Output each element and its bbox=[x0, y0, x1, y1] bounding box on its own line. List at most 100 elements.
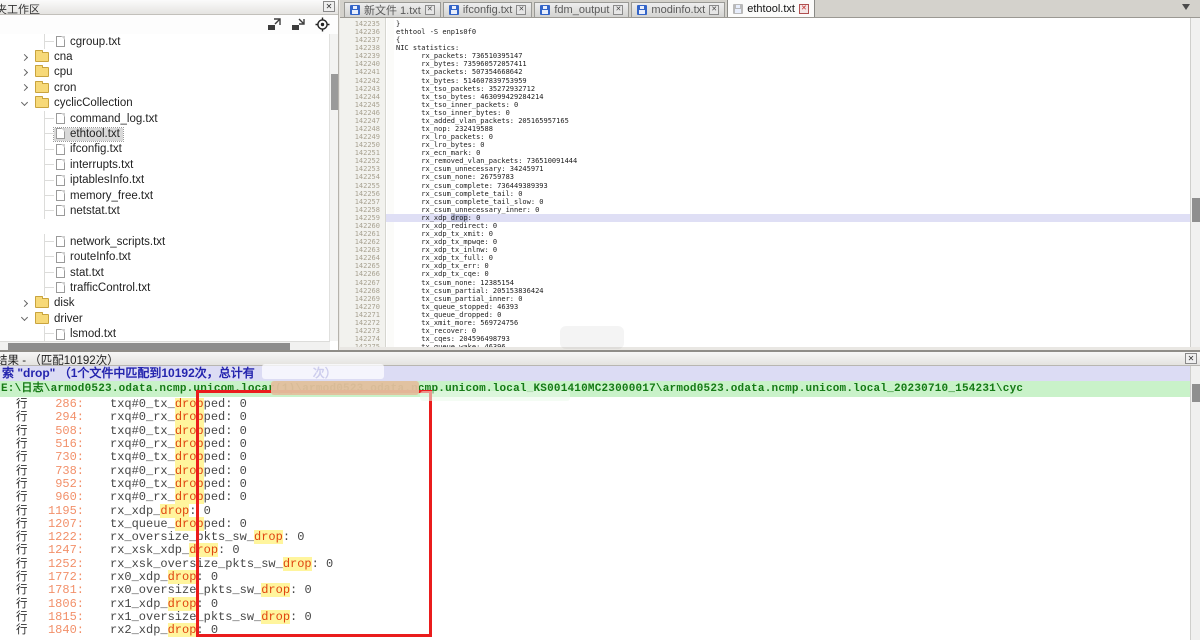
result-file-path-line[interactable]: E:\日志\armod0523.odata.ncmp.unicom.locar(… bbox=[0, 381, 1190, 397]
tree-folder-cron[interactable]: cron bbox=[0, 80, 330, 95]
line-number: 142235 bbox=[340, 20, 380, 28]
editor-vertical-scrollbar[interactable] bbox=[1190, 18, 1200, 347]
tab-close-icon[interactable]: ✕ bbox=[425, 5, 435, 15]
line-number: 142248 bbox=[340, 125, 380, 133]
results-close-icon[interactable]: ✕ bbox=[1185, 353, 1197, 364]
tree-file-stat-txt[interactable]: stat.txt bbox=[0, 265, 330, 280]
line-text: rx_xdp_tx_mpwqe: 0 bbox=[396, 238, 497, 246]
line-number: 142261 bbox=[340, 230, 380, 238]
tab-close-icon[interactable]: ✕ bbox=[516, 5, 526, 15]
tree-folder-driver[interactable]: driver bbox=[0, 311, 330, 326]
editor-vscroll-thumb[interactable] bbox=[1192, 198, 1200, 222]
editor-line: 142246 tx_tso_inner_bytes: 0 bbox=[340, 109, 1200, 117]
expand-all-icon[interactable] bbox=[267, 17, 282, 31]
workspace-close-icon[interactable]: ✕ bbox=[323, 1, 335, 12]
editor-line: 142262 rx_xdp_tx_mpwqe: 0 bbox=[340, 238, 1200, 246]
tab--1-txt[interactable]: 新文件 1.txt✕ bbox=[344, 2, 441, 17]
redaction-patch-summary bbox=[262, 364, 384, 379]
tree-file-routeinfo-txt[interactable]: routeInfo.txt bbox=[0, 249, 330, 264]
result-text-post: ped: 0 bbox=[204, 490, 247, 504]
tab-close-icon[interactable]: ✕ bbox=[709, 5, 719, 15]
tree-file-command_log-txt[interactable]: command_log.txt bbox=[0, 111, 330, 126]
search-result-row[interactable]: 行508:txq#0_tx_dropped: 0 bbox=[0, 425, 1190, 438]
tree-folder-cna[interactable]: cna bbox=[0, 49, 330, 64]
search-result-row[interactable]: 行1252:rx_xsk_oversize_pkts_sw_drop: 0 bbox=[0, 558, 1190, 571]
folder-icon bbox=[35, 52, 49, 62]
search-result-row[interactable]: 行738:rxq#0_rx_dropped: 0 bbox=[0, 465, 1190, 478]
tree-file-netstat-txt[interactable]: netstat.txt bbox=[0, 203, 330, 218]
tree-connector bbox=[44, 173, 54, 188]
tree-connector bbox=[44, 265, 54, 280]
results-vertical-scrollbar[interactable] bbox=[1190, 366, 1200, 640]
search-result-row[interactable]: 行1222:rx_oversize_pkts_sw_drop: 0 bbox=[0, 531, 1190, 544]
search-result-row[interactable]: 行1806:rx1_xdp_drop: 0 bbox=[0, 598, 1190, 611]
search-summary-prefix: 索 "drop" （1个文件中匹配到10192次，总计有 bbox=[2, 366, 255, 380]
tree-folder-cycliccollection[interactable]: cyclicCollection bbox=[0, 96, 330, 111]
tree-file-network_scripts-txt[interactable]: network_scripts.txt bbox=[0, 234, 330, 249]
editor[interactable]: 142235}142236ethtool -S enp1s0f0142237{1… bbox=[340, 18, 1200, 347]
line-number: 142265 bbox=[340, 262, 380, 270]
tab-ethtool-txt[interactable]: ethtool.txt✕ bbox=[727, 0, 815, 17]
tree-hscroll-thumb[interactable] bbox=[8, 343, 290, 350]
tree-item-label: ifconfig.txt bbox=[70, 143, 122, 155]
search-result-row[interactable]: 行1772:rx0_xdp_drop: 0 bbox=[0, 571, 1190, 584]
line-number: 142244 bbox=[340, 93, 380, 101]
tree-spacer-row bbox=[0, 219, 330, 234]
tab-label: ifconfig.txt bbox=[463, 4, 513, 16]
chevron-right-icon[interactable] bbox=[21, 69, 28, 76]
line-number: 142238 bbox=[340, 44, 380, 52]
editor-line: 142248 tx_nop: 232419588 bbox=[340, 125, 1200, 133]
tree-file-ifconfig-txt[interactable]: ifconfig.txt bbox=[0, 142, 330, 157]
tree-folder-disk[interactable]: disk bbox=[0, 296, 330, 311]
selected-file-highlight: ethtool.txt bbox=[54, 128, 123, 141]
tab-close-icon[interactable]: ✕ bbox=[613, 5, 623, 15]
tree-file-lsmod-txt[interactable]: lsmod.txt bbox=[0, 326, 330, 341]
search-result-row[interactable]: 行1247:rx_xsk_xdp_drop: 0 bbox=[0, 544, 1190, 557]
tree-vscroll-thumb[interactable] bbox=[331, 74, 338, 110]
search-result-row[interactable]: 行286:txq#0_tx_dropped: 0 bbox=[0, 398, 1190, 411]
chevron-down-icon[interactable] bbox=[21, 99, 28, 106]
collapse-all-icon[interactable] bbox=[291, 17, 306, 31]
tree-folder-cpu[interactable]: cpu bbox=[0, 65, 330, 80]
chevron-down-icon[interactable] bbox=[21, 314, 28, 321]
tree-file-iptablesinfo-txt[interactable]: iptablesInfo.txt bbox=[0, 173, 330, 188]
chevron-right-icon[interactable] bbox=[21, 54, 28, 61]
editor-region: 新文件 1.txt✕ifconfig.txt✕fdm_output✕modinf… bbox=[340, 0, 1200, 350]
search-result-row[interactable]: 行1840:rx2_xdp_drop: 0 bbox=[0, 624, 1190, 637]
line-text: tx_tso_packets: 35272932712 bbox=[396, 85, 535, 93]
search-result-row[interactable]: 行294:rxq#0_rx_dropped: 0 bbox=[0, 411, 1190, 424]
tree-connector bbox=[44, 203, 54, 218]
tree-file-interrupts-txt[interactable]: interrupts.txt bbox=[0, 157, 330, 172]
result-text: rx_xdp_drop: 0 bbox=[110, 505, 211, 518]
tree-vertical-scrollbar[interactable] bbox=[329, 34, 338, 341]
tree-file-cgroup-txt[interactable]: cgroup.txt bbox=[0, 34, 330, 49]
tree-horizontal-scrollbar[interactable] bbox=[0, 341, 330, 350]
search-result-row[interactable]: 行516:rxq#0_rx_dropped: 0 bbox=[0, 438, 1190, 451]
search-result-row[interactable]: 行1781:rx0_oversize_pkts_sw_drop: 0 bbox=[0, 584, 1190, 597]
chevron-right-icon[interactable] bbox=[21, 84, 28, 91]
search-result-row[interactable]: 行1207:tx_queue_dropped: 0 bbox=[0, 518, 1190, 531]
search-result-row[interactable]: 行730:txq#0_tx_dropped: 0 bbox=[0, 451, 1190, 464]
tree-file-ethtool-txt[interactable]: ethtool.txt bbox=[0, 126, 330, 141]
tree-item-label: disk bbox=[54, 297, 74, 309]
search-result-row[interactable]: 行952:txq#0_tx_dropped: 0 bbox=[0, 478, 1190, 491]
workspace-toolbar bbox=[0, 15, 338, 34]
results-vscroll-thumb[interactable] bbox=[1192, 384, 1200, 402]
tab-close-icon[interactable]: ✕ bbox=[799, 4, 809, 14]
search-result-row[interactable]: 行1195:rx_xdp_drop: 0 bbox=[0, 505, 1190, 518]
tab-ifconfig-txt[interactable]: ifconfig.txt✕ bbox=[443, 2, 533, 17]
search-summary-line[interactable]: 索 "drop" （1个文件中匹配到10192次，总计有次） bbox=[0, 366, 1190, 381]
locate-file-icon[interactable] bbox=[315, 17, 330, 32]
tab-modinfo-txt[interactable]: modinfo.txt✕ bbox=[631, 2, 725, 17]
tree-file-memory_free-txt[interactable]: memory_free.txt bbox=[0, 188, 330, 203]
tree-file-trafficcontrol-txt[interactable]: trafficControl.txt bbox=[0, 280, 330, 295]
tab-list-arrow-icon[interactable] bbox=[1182, 4, 1190, 10]
search-result-row[interactable]: 行960:rxq#0_rx_dropped: 0 bbox=[0, 491, 1190, 504]
tab-fdm_output[interactable]: fdm_output✕ bbox=[534, 2, 629, 17]
result-line-number: 1247: bbox=[28, 544, 84, 557]
path-before: E:\日志\armod0523.odata.ncmp.unicom.loca bbox=[1, 383, 268, 395]
result-text: rxq#0_rx_dropped: 0 bbox=[110, 491, 247, 504]
search-result-row[interactable]: 行1815:rx1_oversize_pkts_sw_drop: 0 bbox=[0, 611, 1190, 624]
chevron-right-icon[interactable] bbox=[21, 300, 28, 307]
editor-line: 142249 rx_lro_packets: 0 bbox=[340, 133, 1200, 141]
